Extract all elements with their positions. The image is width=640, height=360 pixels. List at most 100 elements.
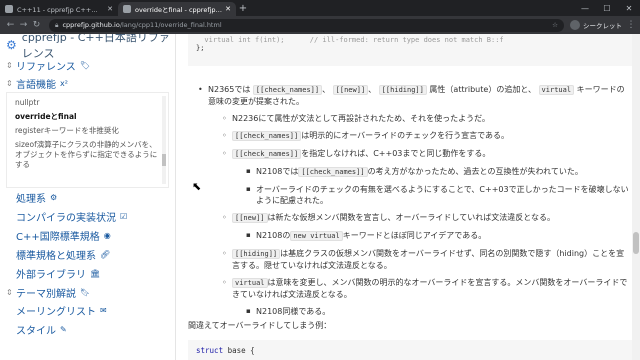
inline-code: [[new]] xyxy=(332,85,369,95)
browser-tab[interactable]: C++11 - cpprefjp C++日本語リファ ✕ xyxy=(0,2,118,16)
tab-title: overrideとfinal - cpprefjp C++日本語 xyxy=(135,6,223,14)
site-favicon-icon xyxy=(123,5,131,13)
minimize-icon[interactable]: — xyxy=(574,0,596,16)
text: 属性（attribute）の追加と、 xyxy=(429,85,536,94)
inline-code: [[hiding]] xyxy=(232,249,281,259)
section-label: 言語機能 xyxy=(16,79,56,91)
sidebar-item-style[interactable]: スタイル ✎ xyxy=(0,320,175,339)
inline-code: [[check_names]] xyxy=(232,149,302,159)
maximize-icon[interactable]: ☐ xyxy=(596,0,618,16)
paragraph: 間違えてオーバーライドしてしまう例： xyxy=(188,321,332,330)
list-scrollbar-thumb[interactable] xyxy=(162,154,166,166)
bookmark-star-icon[interactable]: ☆ xyxy=(552,21,558,29)
section-label: リファレンス xyxy=(16,61,76,73)
text: は新たな仮想メンバ関数を宣言し、オーバーライドしていれば文法違反となる。 xyxy=(267,213,555,222)
browser-menu-icon[interactable]: ⋮ xyxy=(626,20,636,30)
list-item: [[new]]は新たな仮想メンバ関数を宣言し、オーバーライドしていれば文法違反と… xyxy=(222,212,632,224)
text: N2108同様である。 xyxy=(256,307,331,316)
text: を指定しなければ、C++03までと同じ動作をする。 xyxy=(301,149,491,158)
sidebar-item-implementation[interactable]: 処理系 ⚙ xyxy=(0,188,175,207)
text: N2236にて属性が文法として再設計されたため、それを使ったようだ。 xyxy=(232,114,490,123)
sidebar-section-language[interactable]: ⇕ 言語機能 x² xyxy=(0,74,175,92)
sidebar-item-external-library[interactable]: 外部ライブラリ 🏛︎ xyxy=(0,264,175,283)
back-icon[interactable]: ← xyxy=(4,20,17,30)
code-block-bottom: struct base { xyxy=(188,340,632,360)
code-line: virtual int f(int); // ill-formed: retur… xyxy=(196,36,504,44)
sidebar-item-nullptr[interactable]: nullptr xyxy=(15,96,160,110)
window-controls: — ☐ ✕ xyxy=(574,0,640,16)
code-line: }; xyxy=(196,44,205,52)
list-item: N2108では[[check_names]]の考え方がなかったため、過去との互換… xyxy=(246,166,632,178)
sidebar-item-mailing-list[interactable]: メーリングリスト ✉ xyxy=(0,301,175,320)
tags-icon: 🏷︎ xyxy=(79,60,90,70)
close-window-icon[interactable]: ✕ xyxy=(618,0,640,16)
expand-toggle-icon[interactable]: ⇕ xyxy=(6,79,16,88)
url-path: /lang/cpp11/override_final.html xyxy=(119,21,222,29)
inline-code: virtual xyxy=(538,85,575,95)
code-block-top: virtual int f(int); // ill-formed: retur… xyxy=(188,34,632,66)
text: オーバーライドのチェックの有無を選べるようにすることで、C++03で正しかったコ… xyxy=(256,185,629,205)
reload-icon[interactable]: ↻ xyxy=(30,20,43,30)
inline-code: [[check_names]] xyxy=(252,85,323,95)
new-tab-button[interactable]: + xyxy=(236,3,250,14)
list-item: N2108同様である。 xyxy=(246,306,632,317)
sidebar-item-override-final[interactable]: overrideとfinal xyxy=(15,110,160,124)
bookmark-icon: 🔖︎ xyxy=(80,287,91,297)
check-square-icon: ☑ xyxy=(120,212,128,221)
sidebar-item-iso-standard[interactable]: C++国際標準規格 ◉ xyxy=(0,226,175,245)
page-scrollbar[interactable] xyxy=(632,34,640,360)
list-item: N2365では [[check_names]]、 [[new]]、 [[hidi… xyxy=(198,84,632,107)
expand-toggle-icon[interactable]: ⇕ xyxy=(6,61,16,70)
tab-title: C++11 - cpprefjp C++日本語リファ xyxy=(17,6,105,14)
text: の考え方がなかったため、過去との互換性が失われていた。 xyxy=(367,167,583,176)
sidebar-item-standard-and-impl[interactable]: 標準規格と処理系 🔗︎ xyxy=(0,245,175,264)
url-host: cpprefjp.github.io xyxy=(62,21,120,29)
page-scrollbar-thumb[interactable] xyxy=(633,232,639,254)
sidebar-item-compiler-status[interactable]: コンパイラの実装状況 ☑ xyxy=(0,207,175,226)
list-item: virtualは意味を変更し、メンバ関数の明示的なオーバーライドを宣言する。メン… xyxy=(222,277,632,300)
address-bar[interactable]: 🔒︎ cpprefjp.github.io /lang/cpp11/overri… xyxy=(49,18,564,32)
language-feature-list: nullptr overrideとfinal registerキーワードを非推奨… xyxy=(6,92,169,188)
lock-icon: 🔒︎ xyxy=(55,20,59,29)
item-label: 標準規格と処理系 xyxy=(16,251,96,262)
inline-code: [[hiding]] xyxy=(378,85,427,95)
close-tab-icon[interactable]: ✕ xyxy=(225,5,231,13)
item-label: 外部ライブラリ xyxy=(16,270,86,281)
superscript-icon: x² xyxy=(60,78,68,88)
inline-code: [[new]] xyxy=(232,213,268,223)
text: は明示的にオーバーライドのチェックを行う宣言である。 xyxy=(301,131,510,140)
code-text: base { xyxy=(223,346,255,355)
main-content: virtual int f(int); // ill-formed: retur… xyxy=(176,34,632,360)
envelope-icon: ✉ xyxy=(100,306,107,315)
item-label: 処理系 xyxy=(16,194,46,205)
cpprefjp-logo-icon: ⚙ xyxy=(6,38,17,52)
browser-tab-active[interactable]: overrideとfinal - cpprefjp C++日本語 ✕ xyxy=(118,2,236,16)
incognito-profile[interactable]: シークレット xyxy=(570,20,622,30)
link-icon: 🔗︎ xyxy=(100,250,111,259)
list-item: オーバーライドのチェックの有無を選べるようにすることで、C++03で正しかったコ… xyxy=(246,184,632,206)
profile-label: シークレット xyxy=(583,22,622,30)
bank-icon: 🏛︎ xyxy=(90,269,101,278)
sidebar: ⚙ cpprefjp - C++日本語リファレンス ⇕ リファレンス 🏷︎ ⇕ … xyxy=(0,34,176,360)
sidebar-section-topics[interactable]: ⇕ テーマ別解説 🔖︎ xyxy=(0,283,175,301)
site-favicon-icon xyxy=(5,5,13,13)
item-label: コンパイラの実装状況 xyxy=(16,213,116,224)
edit-icon: ✎ xyxy=(60,325,67,334)
close-tab-icon[interactable]: ✕ xyxy=(107,5,113,13)
text: は意味を変更し、メンバ関数の明示的なオーバーライドを宣言する。メンバ関数をオーバ… xyxy=(232,278,628,299)
sidebar-item-sizeof[interactable]: sizeof演算子にクラスの非静的メンバを、オブジェクトを作らずに指定できるよう… xyxy=(15,138,160,172)
item-label: C++国際標準規格 xyxy=(16,232,100,243)
globe-icon: ◉ xyxy=(103,231,111,240)
forward-icon[interactable]: → xyxy=(17,20,30,30)
expand-toggle-icon[interactable]: ⇕ xyxy=(6,288,16,297)
site-brand[interactable]: ⚙ cpprefjp - C++日本語リファレンス xyxy=(0,34,175,60)
browser-tab-strip: C++11 - cpprefjp C++日本語リファ ✕ overrideとfi… xyxy=(0,0,640,16)
inline-code: [[check_names]] xyxy=(298,167,368,177)
browser-toolbar: ← → ↻ 🔒︎ cpprefjp.github.io /lang/cpp11/… xyxy=(0,16,640,34)
text: N2108の xyxy=(256,231,291,240)
list-item: N2236にて属性が文法として再設計されたため、それを使ったようだ。 xyxy=(222,113,632,124)
list-scrollbar[interactable] xyxy=(162,96,166,184)
item-label: スタイル xyxy=(16,326,56,337)
sidebar-item-register[interactable]: registerキーワードを非推奨化 xyxy=(15,124,160,138)
list-item: [[hiding]]は基底クラスの仮想メンバ関数をオーバーライドせず、同名の別関… xyxy=(222,248,632,271)
